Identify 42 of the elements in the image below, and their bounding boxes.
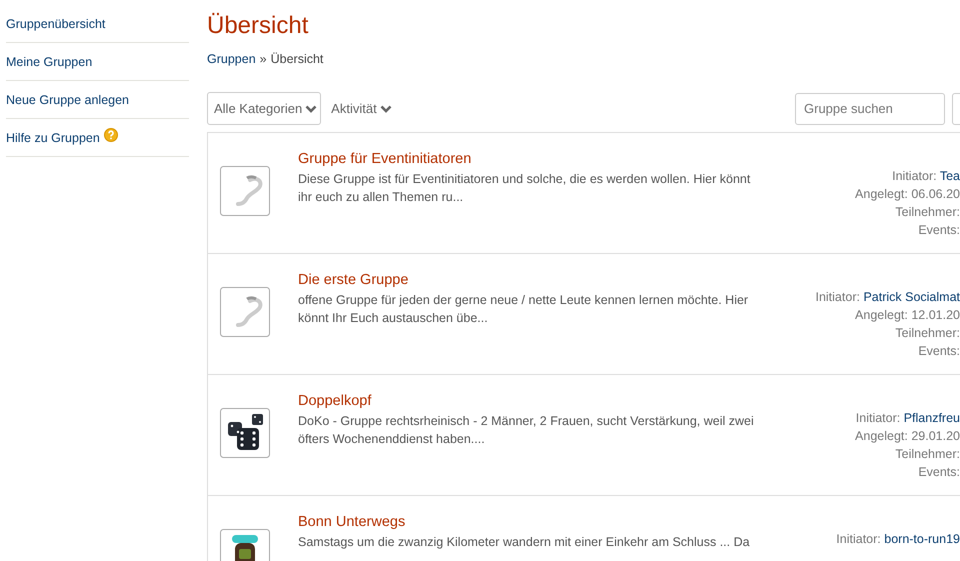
group-meta-text: Teilnehmer: [894,446,960,463]
sidebar-link[interactable]: Neue Gruppe anlegen [6,92,130,106]
breadcrumb-current: Übersicht [270,52,324,66]
group-meta-text: Angelegt: 29.01.20 [854,428,960,445]
group-meta-text: Teilnehmer: [894,204,960,221]
category-select[interactable]: Alle Kategorien [207,92,322,125]
group-description: Samstags um die zwanzig Kilometer wandern mit einer Einkehr am Schluss ... Da [298,534,751,551]
initiator-label: Initiator: [836,532,881,546]
initiator-link[interactable]: Tea [940,169,960,183]
group-meta-text: Events: [917,343,960,360]
group-meta-text: Events: [917,222,960,239]
initiator-label: Initiator: [856,411,900,425]
group-title-link[interactable]: Doppelkopf [298,393,372,409]
sidebar-link[interactable]: Hilfe zu Gruppen [6,130,100,144]
page-title: Übersicht [207,11,310,41]
initiator-link[interactable]: Patrick Socialmat [863,290,960,304]
group-title-link[interactable]: Gruppe für Eventinitiatoren [298,151,472,167]
group-meta-text: Teilnehmer: [894,325,960,342]
group-title-link[interactable]: Die erste Gruppe [298,272,408,288]
group-title-link[interactable]: Bonn Unterwegs [298,514,406,530]
breadcrumb-link[interactable]: Gruppen [207,52,256,66]
chevron-icon [380,104,392,112]
group-meta-text: Angelegt: 12.01.20 [854,307,960,324]
placeholder-image-icon [220,287,270,337]
group-meta-text: Angelegt: 06.06.20 [854,186,960,203]
group-description: Diese Gruppe ist für Eventinitiatoren und solche, die es werden wollen. Hier könnt ihr euch zu allen Themen ru... [298,171,752,206]
initiator-label: Initiator: [815,290,860,304]
initiator-label: Initiator: [892,169,937,183]
group-meta-text: Events: [917,464,960,481]
sidebar-link[interactable]: Gruppenübersicht [6,16,106,30]
sort-dropdown[interactable]: Aktivität [331,101,392,116]
dice-icon [220,408,270,458]
initiator-link[interactable]: Pflanzfreu [904,411,960,425]
breadcrumb-separator: » [260,52,267,66]
chevron-icon [305,104,318,112]
search-field[interactable]: Gruppe suchen [795,92,945,124]
placeholder-image-icon [220,166,270,216]
sidebar-link[interactable]: Meine Gruppen [6,54,92,68]
help-icon [104,128,118,142]
group-description: DoKo - Gruppe rechtsrheinisch - 2 Männer, 2 Frauen, sucht Verstärkung, weil zwei öfters Wochenenddienst haben.... [298,413,755,448]
group-description: offene Gruppe für jeden der gerne neue / nette Leute kennen lernen möchte. Hier könnt Ihr Euch austauschen übe... [298,292,750,327]
initiator-link[interactable]: born-to-run19 [884,532,960,546]
